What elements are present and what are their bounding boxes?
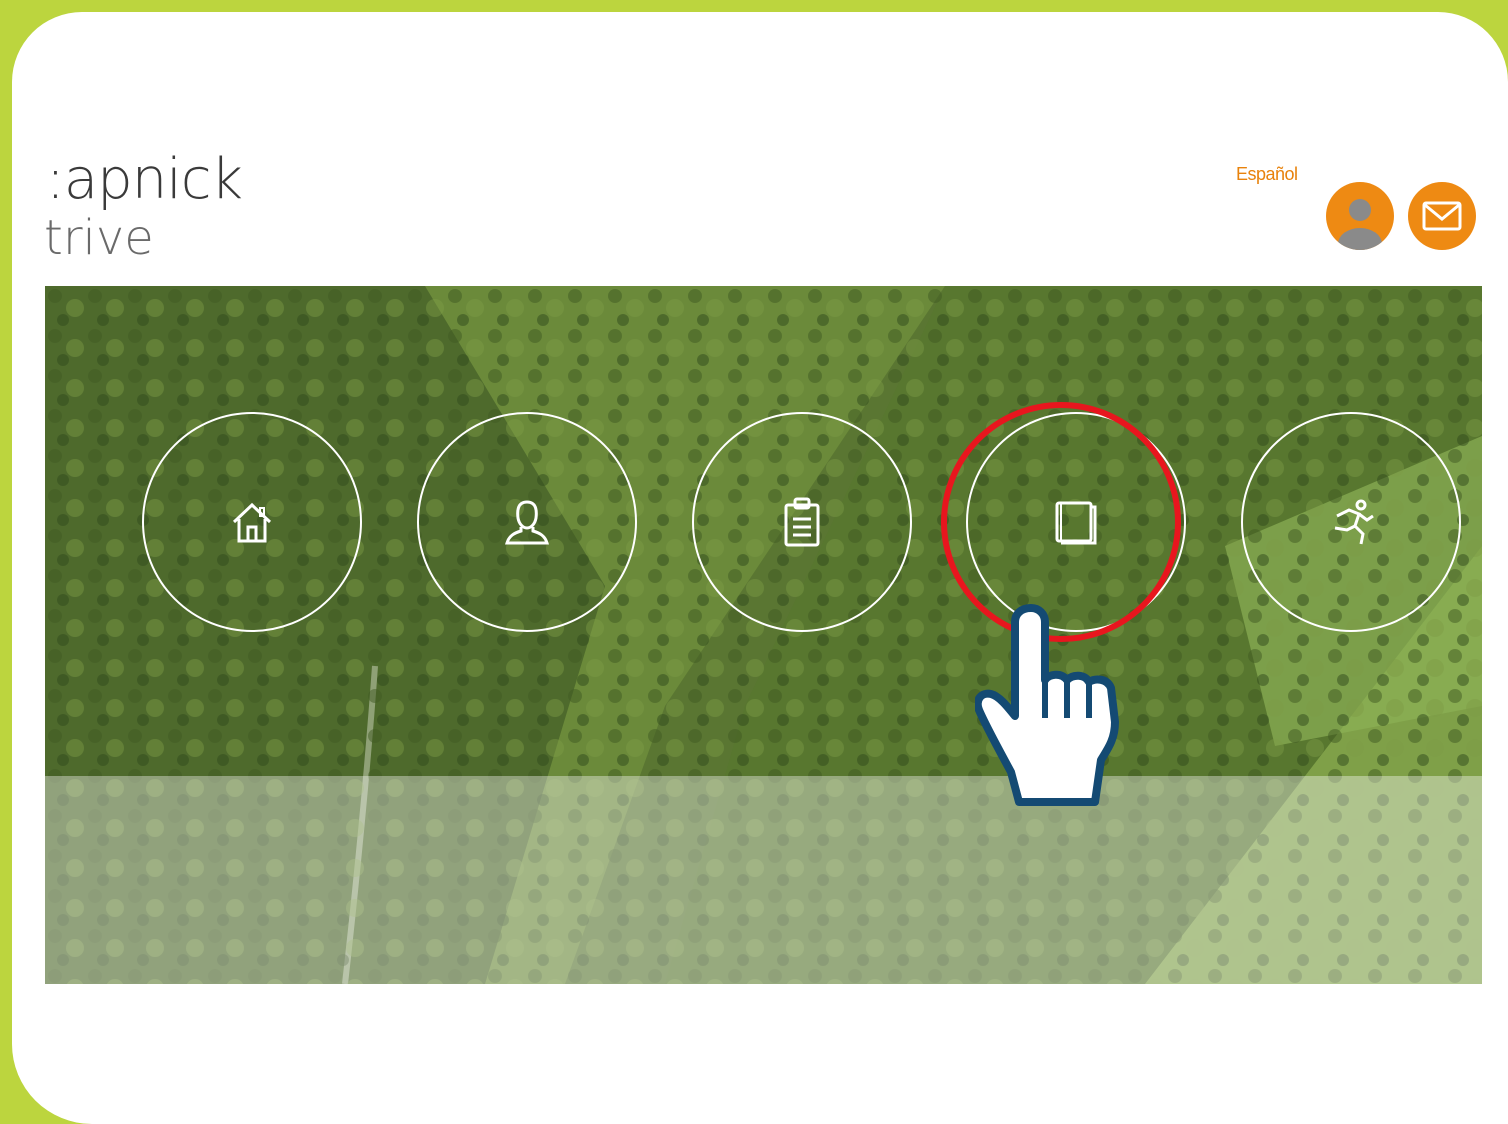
clipboard-icon <box>784 497 820 547</box>
nav-circle-assessment[interactable] <box>692 412 912 632</box>
hero-fade-overlay <box>45 776 1482 984</box>
profile-button[interactable] <box>1326 182 1394 250</box>
mail-button[interactable] <box>1408 182 1476 250</box>
user-avatar-icon <box>1338 199 1382 250</box>
home-icon <box>232 502 272 543</box>
brand-logo-line1: :apnick <box>46 147 243 212</box>
nav-circle-profile[interactable] <box>417 412 637 632</box>
user-icon <box>505 500 549 545</box>
nav-circle-activity[interactable] <box>1241 412 1461 632</box>
brand-logo[interactable]: :apnick trive <box>44 147 243 266</box>
envelope-icon <box>1422 201 1462 231</box>
pointer-hand-icon <box>975 604 1119 806</box>
running-person-icon <box>1334 499 1374 545</box>
brand-logo-line2: trive <box>44 210 154 266</box>
nav-circle-home[interactable] <box>142 412 362 632</box>
language-switch-link[interactable]: Español <box>1236 164 1298 185</box>
main-panel: :apnick trive Español <box>12 12 1508 1124</box>
hero-banner <box>45 286 1482 984</box>
